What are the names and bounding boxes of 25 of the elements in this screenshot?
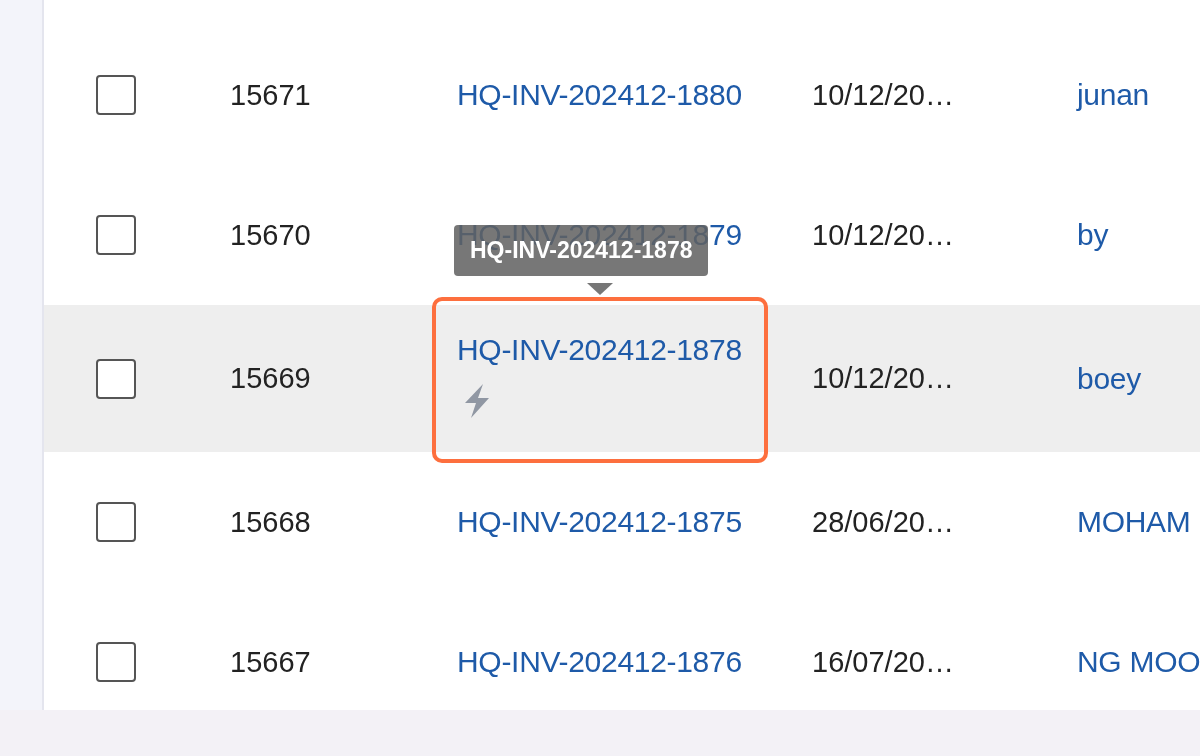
row-checkbox[interactable] <box>96 502 136 542</box>
invoice-link[interactable]: HQ-INV-202412-1876 <box>457 645 742 679</box>
date-cell: 10/12/20… <box>812 78 954 111</box>
row-checkbox[interactable] <box>96 642 136 682</box>
id-cell: 15668 <box>230 505 311 538</box>
customer-link[interactable]: by <box>1077 218 1109 251</box>
customer-link[interactable]: MOHAM <box>1077 505 1191 538</box>
date-cell: 16/07/20… <box>812 645 954 678</box>
invoice-link[interactable]: HQ-INV-202412-1875 <box>457 505 742 539</box>
date-cell: 10/12/20… <box>812 218 954 251</box>
tooltip-arrow <box>587 283 613 295</box>
customer-link[interactable]: NG MOO <box>1077 645 1200 678</box>
id-cell: 15671 <box>230 78 311 111</box>
id-cell: 15667 <box>230 645 311 678</box>
date-cell: 10/12/20… <box>812 362 954 394</box>
invoice-link[interactable]: HQ-INV-202412-1880 <box>457 78 742 112</box>
invoice-link[interactable]: HQ-INV-202412-1878 <box>457 333 742 367</box>
id-cell: 15669 <box>230 362 311 394</box>
row-checkbox[interactable] <box>96 215 136 255</box>
row-checkbox[interactable] <box>96 358 136 399</box>
row-checkbox[interactable] <box>96 75 136 115</box>
customer-link[interactable]: boey <box>1077 361 1141 395</box>
customer-link[interactable]: junan <box>1077 78 1149 111</box>
id-cell: 15670 <box>230 218 311 251</box>
date-cell: 28/06/20… <box>812 505 954 538</box>
